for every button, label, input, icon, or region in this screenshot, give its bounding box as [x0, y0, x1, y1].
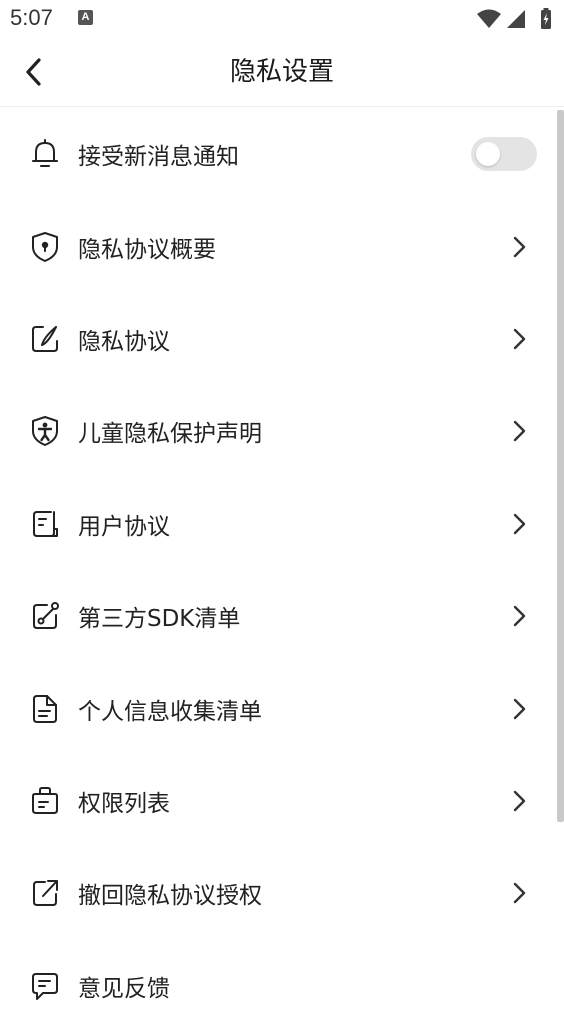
row-label: 儿童隐私保护声明	[78, 421, 262, 448]
scrollbar[interactable]	[557, 110, 564, 822]
chevron-right-icon	[513, 883, 526, 904]
share-link-icon	[28, 599, 62, 633]
row-label: 撤回隐私协议授权	[78, 883, 262, 910]
page-title: 隐私设置	[229, 57, 334, 87]
row-label: 权限列表	[78, 790, 170, 817]
document-icon	[28, 507, 62, 541]
row-privacy-summary[interactable]: 隐私协议概要	[0, 200, 554, 292]
battery-icon	[541, 8, 551, 29]
app-notification-icon: A	[78, 10, 93, 25]
row-label: 个人信息收集清单	[78, 698, 262, 725]
child-shield-icon	[28, 414, 62, 448]
row-feedback[interactable]: 意见反馈	[0, 940, 554, 1032]
signal-icon	[507, 10, 525, 28]
toggle-knob	[476, 142, 500, 167]
header-bar: 隐私设置	[0, 38, 564, 107]
settings-list: 接受新消息通知 隐私协议概要 隐私协议 儿童隐私保护声明 用户协议 第三方SDK…	[0, 108, 554, 1032]
chevron-left-icon	[26, 58, 41, 86]
notification-toggle[interactable]	[471, 137, 537, 172]
row-message-notifications: 接受新消息通知	[0, 108, 554, 200]
row-personal-info-list[interactable]: 个人信息收集清单	[0, 662, 554, 754]
row-label: 隐私协议	[78, 328, 170, 355]
row-child-privacy[interactable]: 儿童隐私保护声明	[0, 385, 554, 477]
file-list-icon	[28, 692, 62, 726]
bell-icon	[28, 137, 62, 171]
chevron-right-icon	[513, 236, 526, 257]
row-privacy-policy[interactable]: 隐私协议	[0, 293, 554, 385]
chevron-right-icon	[513, 698, 526, 719]
briefcase-icon	[28, 784, 62, 818]
row-label: 隐私协议概要	[78, 236, 216, 263]
row-label: 接受新消息通知	[78, 144, 239, 171]
status-time: 5:07	[10, 5, 53, 30]
row-revoke-authorization[interactable]: 撤回隐私协议授权	[0, 847, 554, 939]
row-label: 用户协议	[78, 513, 170, 540]
back-button[interactable]	[14, 50, 54, 94]
chevron-right-icon	[513, 421, 526, 442]
row-permission-list[interactable]: 权限列表	[0, 755, 554, 847]
edit-note-icon	[28, 322, 62, 356]
chevron-right-icon	[513, 605, 526, 627]
row-label: 意见反馈	[78, 975, 170, 1002]
row-label: 第三方SDK清单	[78, 606, 241, 633]
chevron-right-icon	[513, 328, 526, 350]
feedback-message-icon	[28, 969, 62, 1003]
chevron-right-icon	[513, 790, 526, 812]
chevron-right-icon	[513, 513, 526, 534]
wifi-icon	[477, 9, 501, 28]
shield-keyhole-icon	[28, 230, 62, 264]
row-user-agreement[interactable]: 用户协议	[0, 478, 554, 570]
external-revoke-icon	[28, 876, 62, 910]
status-bar: 5:07 A	[0, 0, 564, 38]
row-third-party-sdk[interactable]: 第三方SDK清单	[0, 570, 554, 662]
